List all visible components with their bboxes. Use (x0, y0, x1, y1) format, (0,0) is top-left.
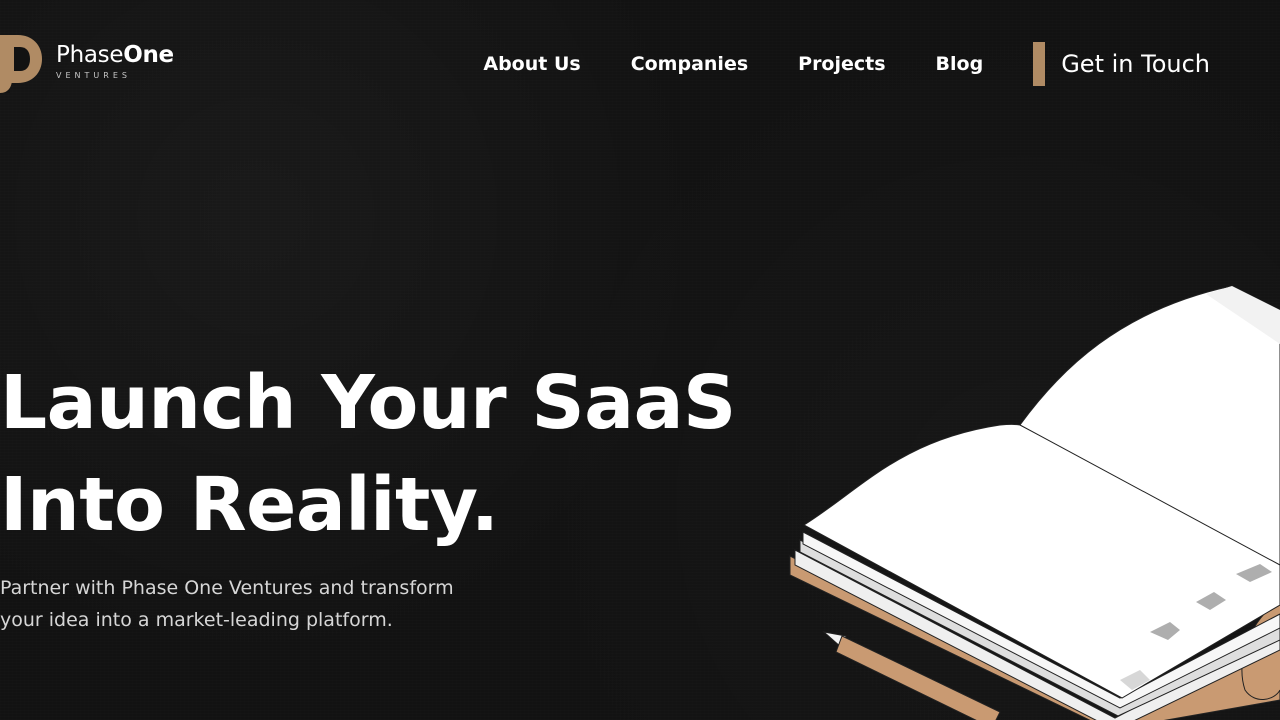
phase-one-logo-icon (0, 35, 42, 93)
logo-wordmark: PhaseOne VENTURES (56, 44, 174, 80)
logo-subtitle: VENTURES (56, 71, 131, 80)
hero-subtitle-line-2: your idea into a market-leading platform… (0, 609, 393, 631)
logo-name-light: Phase (56, 42, 124, 68)
nav-companies[interactable]: Companies (631, 53, 748, 75)
main-nav: About Us Companies Projects Blog Get in … (483, 42, 1260, 86)
hero-title-line-2: Into Reality. (0, 462, 499, 548)
nav-projects[interactable]: Projects (798, 53, 885, 75)
cta-accent-bar (1033, 42, 1046, 86)
hero-title-line-1: Launch Your SaaS (0, 360, 736, 446)
logo-name: PhaseOne (56, 44, 174, 67)
nav-about-us[interactable]: About Us (483, 53, 580, 75)
site-logo[interactable]: PhaseOne VENTURES (0, 30, 174, 94)
cta-label: Get in Touch (1061, 50, 1210, 78)
logo-name-bold: One (123, 42, 174, 68)
open-notebook-illustration (789, 285, 1280, 720)
hero-subtitle: Partner with Phase One Ventures and tran… (0, 572, 560, 636)
get-in-touch-button[interactable]: Get in Touch (1033, 42, 1210, 86)
hero-subtitle-line-1: Partner with Phase One Ventures and tran… (0, 577, 454, 599)
hero-title: Launch Your SaaS Into Reality. (0, 352, 760, 556)
nav-blog[interactable]: Blog (936, 53, 984, 75)
